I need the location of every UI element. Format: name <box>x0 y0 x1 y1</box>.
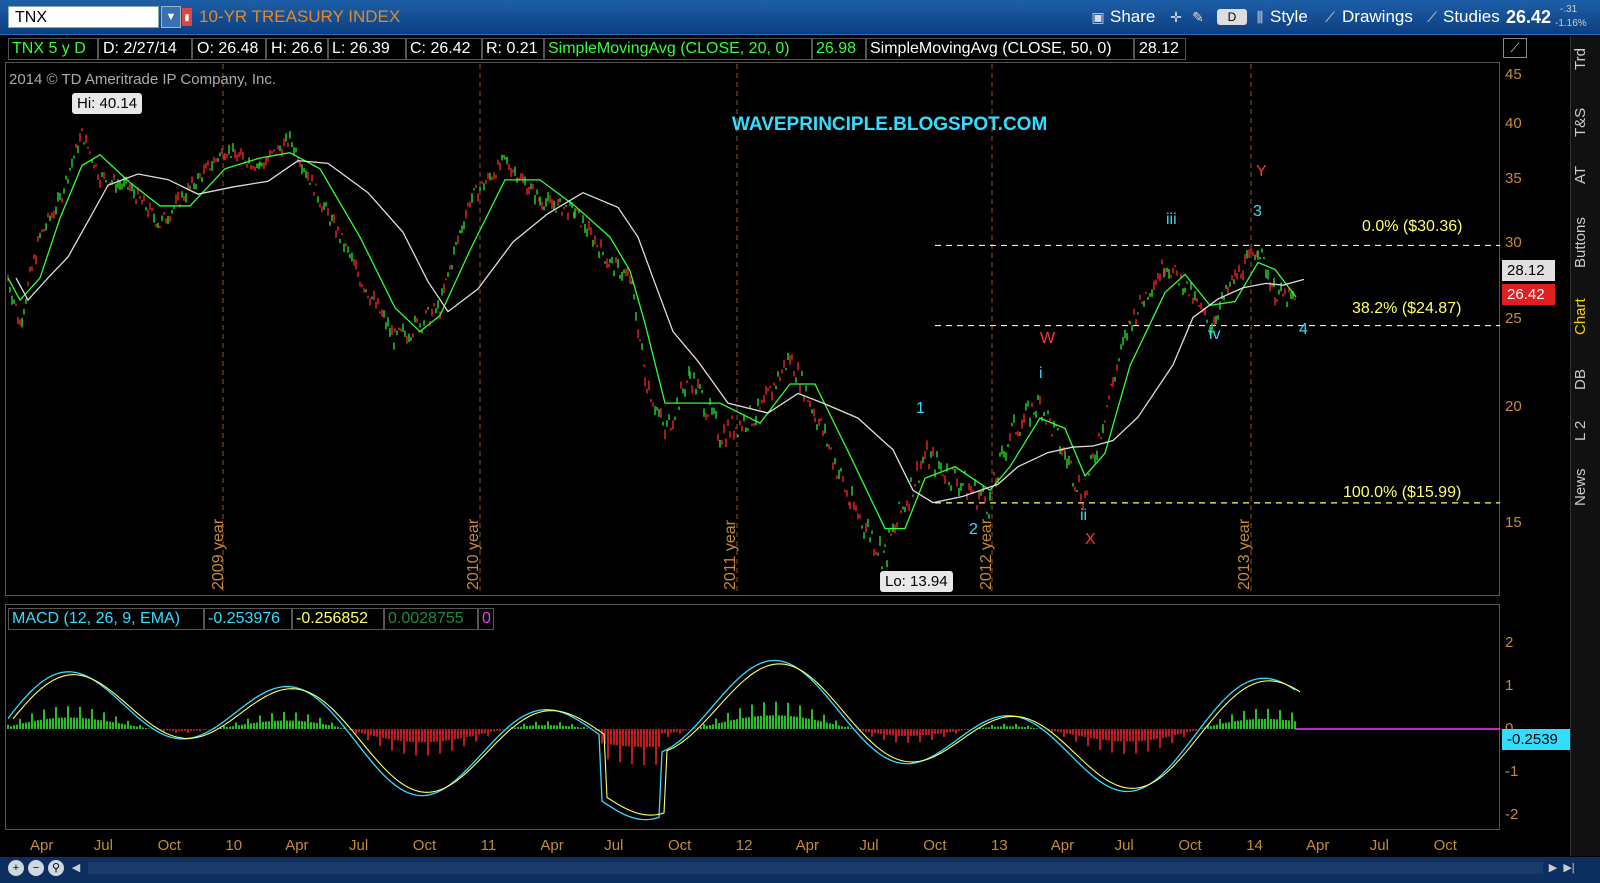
wave-label-2: 2 <box>969 521 978 538</box>
zoom-out-icon[interactable]: − <box>28 860 44 876</box>
wave-label-Y: Y <box>1256 163 1267 180</box>
time-tick: Jul <box>1114 837 1134 854</box>
wave-label-X: X <box>1085 531 1096 548</box>
time-tick: Apr <box>795 837 819 854</box>
side-tab-l2[interactable]: L 2 <box>1572 416 1600 446</box>
macd-tick: 1 <box>1505 677 1514 694</box>
side-tab-ts[interactable]: T&S <box>1572 102 1600 142</box>
macd-tick: -1 <box>1505 763 1519 780</box>
fib-label-0: 0.0% ($30.36) <box>1362 218 1463 235</box>
time-tick: Jul <box>349 837 369 854</box>
wave-label-iii: iii <box>1166 211 1177 228</box>
time-tick: Apr <box>1050 837 1075 854</box>
zoom-in-icon[interactable]: + <box>8 860 24 876</box>
year-marker-2012: 2012 year <box>978 518 995 590</box>
time-tick: 12 <box>735 837 753 854</box>
time-tick: Oct <box>412 837 437 854</box>
macd-value: -0.253976 <box>208 610 281 627</box>
time-tick: Oct <box>1433 837 1457 854</box>
time-tick: Apr <box>540 837 564 854</box>
watermark-text: WAVEPRINCIPLE.BLOGSPOT.COM <box>732 114 1048 135</box>
wave-label-3: 3 <box>1253 203 1262 220</box>
wave-label-4: 4 <box>1299 321 1308 338</box>
high-label: Hi: 40.14 <box>72 93 143 114</box>
side-tab-strip <box>1570 36 1600 856</box>
price-tick: 40 <box>1505 115 1522 132</box>
time-tick: Oct <box>1178 837 1202 854</box>
side-tab-db[interactable]: DB <box>1572 365 1600 395</box>
time-tick: 10 <box>225 837 243 854</box>
side-tab-buttons[interactable]: Buttons <box>1572 210 1600 275</box>
year-marker-2010: 2010 year <box>465 518 482 590</box>
macd-diff: 0.0028755 <box>388 610 464 627</box>
price-tick: 20 <box>1505 398 1522 415</box>
bottom-toolbar: + − ⚲ ◀ ▶ ▶| <box>0 857 1600 883</box>
time-tick: Apr <box>285 837 309 854</box>
sma50-line <box>15 159 1305 504</box>
last-price-flag: 26.42 <box>1502 284 1555 305</box>
price-tick: 35 <box>1505 170 1522 187</box>
time-tick: Apr <box>1306 837 1330 854</box>
scroll-end-icon[interactable]: ▶| <box>1561 860 1577 876</box>
macd-avg: -0.256852 <box>296 610 369 627</box>
time-tick: Jul <box>859 837 879 854</box>
macd-flag: -0.2539 <box>1502 729 1570 750</box>
wave-label-ii: ii <box>1080 507 1088 524</box>
side-tab-at[interactable]: AT <box>1572 160 1600 190</box>
year-marker-2009: 2009 year <box>210 518 227 590</box>
price-tick: 30 <box>1505 234 1522 251</box>
time-tick: Jul <box>1369 837 1389 854</box>
macd-tick: 2 <box>1505 634 1514 651</box>
year-marker-2011: 2011 year <box>722 520 739 590</box>
price-tick: 15 <box>1505 514 1522 531</box>
price-tick: 45 <box>1505 66 1522 83</box>
wave-label-1: 1 <box>916 400 925 417</box>
macd-zero: 0 <box>482 610 491 627</box>
copyright-text: 2014 © TD Ameritrade IP Company, Inc. <box>9 71 277 88</box>
time-tick: 14 <box>1246 837 1263 854</box>
side-tab-news[interactable]: News <box>1572 465 1600 510</box>
fib-label-100: 100.0% ($15.99) <box>1343 484 1462 501</box>
sma20-line <box>7 152 1297 530</box>
side-tab-chart[interactable]: Chart <box>1572 292 1600 342</box>
wave-label-W: W <box>1040 330 1056 347</box>
wave-label-iv: iv <box>1209 326 1221 343</box>
macd-label[interactable]: MACD (12, 26, 9, EMA) <box>12 610 180 628</box>
wave-label-i: i <box>1039 365 1043 382</box>
time-tick: Jul <box>604 837 624 854</box>
macd-line <box>7 659 1296 821</box>
time-tick: Oct <box>157 837 181 854</box>
time-tick: Apr <box>30 837 54 854</box>
fib-label-382: 38.2% ($24.87) <box>1352 300 1462 317</box>
sma50-price-flag: 28.12 <box>1502 260 1555 281</box>
side-tab-trd[interactable]: Trd <box>1572 44 1600 74</box>
year-marker-2013: 2013 year <box>1236 518 1253 590</box>
time-tick: Jul <box>93 837 113 854</box>
horizontal-scrollbar[interactable] <box>88 862 1543 874</box>
time-tick: 11 <box>480 837 497 854</box>
low-label: Lo: 13.94 <box>880 571 953 592</box>
macd-info-bar: MACD (12, 26, 9, EMA) -0.253976 -0.25685… <box>8 608 494 630</box>
price-tick: 25 <box>1505 310 1522 327</box>
time-tick: Oct <box>923 837 947 854</box>
time-tick: Oct <box>668 837 692 854</box>
time-tick: 13 <box>991 837 1008 854</box>
macd-tick: -2 <box>1505 806 1519 823</box>
scroll-left-icon[interactable]: ◀ <box>68 860 84 876</box>
search-icon[interactable]: ⚲ <box>48 860 64 876</box>
scroll-right-icon[interactable]: ▶ <box>1545 860 1561 876</box>
